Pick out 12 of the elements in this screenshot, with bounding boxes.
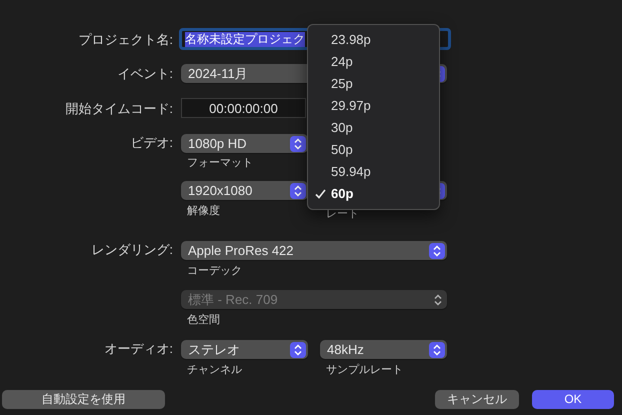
field-caption: 色空間 — [187, 314, 221, 327]
field-caption: フォーマット — [187, 157, 254, 170]
field-caption: サンプルレート — [326, 364, 404, 377]
field-label: 開始タイムコード: — [65, 100, 173, 116]
field-label: プロジェクト名: — [78, 30, 173, 48]
field-caption: 解像度 — [187, 205, 221, 218]
field-caption: コーデック — [187, 265, 243, 278]
field-label: オーディオ: — [104, 340, 173, 358]
field-caption: チャンネル — [187, 364, 243, 377]
field-label: レンダリング: — [91, 241, 173, 259]
field-label: ビデオ: — [130, 134, 173, 152]
field-label: イベント: — [117, 65, 173, 82]
